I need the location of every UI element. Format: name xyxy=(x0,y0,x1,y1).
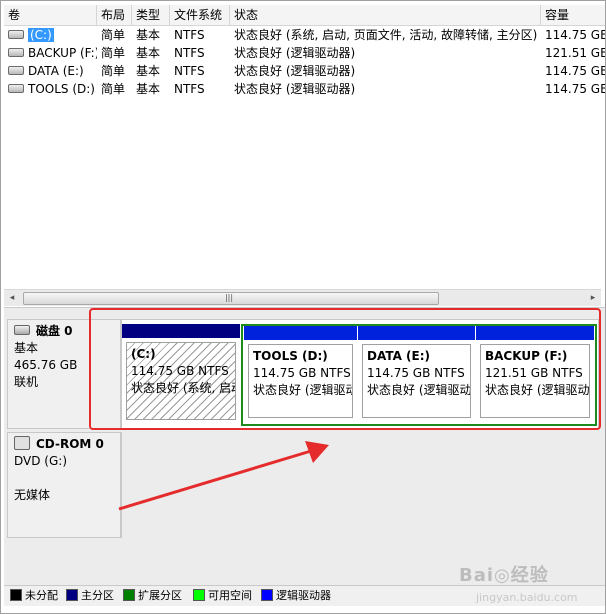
col-header-volume[interactable]: 卷 xyxy=(4,5,97,25)
cdrom-info[interactable]: CD-ROM 0 DVD (G:) 无媒体 xyxy=(7,432,121,538)
cdrom-media: 无媒体 xyxy=(14,488,51,502)
volume-capacity: 121.51 GB xyxy=(545,46,605,60)
volume-name-cell: TOOLS (D:) xyxy=(4,80,97,98)
volume-row[interactable]: (C:) 简单 基本 NTFS 状态良好 (系统, 启动, 页面文件, 活动, … xyxy=(4,26,605,44)
volume-fs: NTFS xyxy=(174,64,205,78)
legend-primary: 主分区 xyxy=(66,589,114,603)
drive-icon xyxy=(8,48,24,57)
volume-layout: 简单 xyxy=(101,46,126,60)
volume-row[interactable]: TOOLS (D:) 简单 基本 NTFS 状态良好 (逻辑驱动器) 114.7… xyxy=(4,80,605,98)
volume-row[interactable]: DATA (E:) 简单 基本 NTFS 状态良好 (逻辑驱动器) 114.75… xyxy=(4,62,605,80)
legend-swatch-blue xyxy=(261,589,273,601)
col-header-filesystem[interactable]: 文件系统 xyxy=(170,5,230,25)
disk-management-window: 卷 布局 类型 文件系统 状态 容量 (C:) 简单 基本 NTFS 状态良好 … xyxy=(0,0,606,614)
volume-capacity: 114.75 GB xyxy=(545,82,605,96)
legend-swatch-green xyxy=(123,589,135,601)
volume-name: BACKUP (F:) xyxy=(28,46,97,60)
drive-icon xyxy=(8,84,24,93)
legend-free-space: 可用空间 xyxy=(193,589,252,603)
legend-swatch-lime xyxy=(193,589,205,601)
volume-layout: 简单 xyxy=(101,82,126,96)
volume-layout: 简单 xyxy=(101,64,126,78)
volume-row[interactable]: BACKUP (F:) 简单 基本 NTFS 状态良好 (逻辑驱动器) 121.… xyxy=(4,44,605,62)
annotation-highlight-box xyxy=(89,308,601,430)
volume-status: 状态良好 (逻辑驱动器) xyxy=(234,82,356,96)
col-header-layout[interactable]: 布局 xyxy=(97,5,132,25)
volume-name: DATA (E:) xyxy=(28,64,84,78)
legend-extended: 扩展分区 xyxy=(123,589,182,603)
volume-status: 状态良好 (逻辑驱动器) xyxy=(234,64,356,78)
scroll-left-arrow-icon[interactable]: ◂ xyxy=(4,290,20,306)
volume-status: 状态良好 (系统, 启动, 页面文件, 活动, 故障转储, 主分区) xyxy=(234,28,538,42)
cdrom-type: DVD (G:) xyxy=(14,454,67,468)
legend-unallocated: 未分配 xyxy=(10,589,58,603)
legend-swatch-navy xyxy=(66,589,78,601)
volume-name-cell: DATA (E:) xyxy=(4,62,97,80)
volume-layout: 简单 xyxy=(101,28,126,42)
cdrom-title: CD-ROM 0 xyxy=(36,437,104,451)
volume-status: 状态良好 (逻辑驱动器) xyxy=(234,46,356,60)
horizontal-scrollbar[interactable]: ◂ ||| ▸ xyxy=(4,289,601,306)
volume-name-cell: (C:) xyxy=(4,26,97,44)
watermark-url: jingyan.baidu.com xyxy=(476,591,578,604)
volume-type: 基本 xyxy=(136,28,161,42)
scroll-right-arrow-icon[interactable]: ▸ xyxy=(585,290,601,306)
volume-fs: NTFS xyxy=(174,28,205,42)
legend-logical-drive: 逻辑驱动器 xyxy=(261,589,331,603)
cdrom-icon xyxy=(14,435,30,450)
disk0-title: 磁盘 0 xyxy=(36,324,73,338)
volume-name: TOOLS (D:) xyxy=(28,82,95,96)
disk-icon xyxy=(14,324,30,335)
col-header-status[interactable]: 状态 xyxy=(230,5,541,25)
scrollbar-thumb[interactable]: ||| xyxy=(23,292,439,305)
volume-fs: NTFS xyxy=(174,82,205,96)
volume-type: 基本 xyxy=(136,64,161,78)
col-header-type[interactable]: 类型 xyxy=(132,5,170,25)
volume-type: 基本 xyxy=(136,46,161,60)
volume-list-header: 卷 布局 类型 文件系统 状态 容量 xyxy=(4,5,605,26)
annotation-arrow-icon xyxy=(118,441,329,511)
scrollbar-grip-icon: ||| xyxy=(224,293,234,302)
volume-fs: NTFS xyxy=(174,46,205,60)
volume-name-selected: (C:) xyxy=(28,28,54,42)
legend-swatch-black xyxy=(10,589,22,601)
drive-icon xyxy=(8,30,24,39)
volume-capacity: 114.75 GB xyxy=(545,28,605,42)
drive-icon xyxy=(8,66,24,75)
volume-capacity: 114.75 GB xyxy=(545,64,605,78)
col-header-capacity[interactable]: 容量 xyxy=(541,5,605,25)
volume-name-cell: BACKUP (F:) xyxy=(4,44,97,62)
watermark-logo: Bai◎经验 xyxy=(459,565,549,586)
volume-type: 基本 xyxy=(136,82,161,96)
